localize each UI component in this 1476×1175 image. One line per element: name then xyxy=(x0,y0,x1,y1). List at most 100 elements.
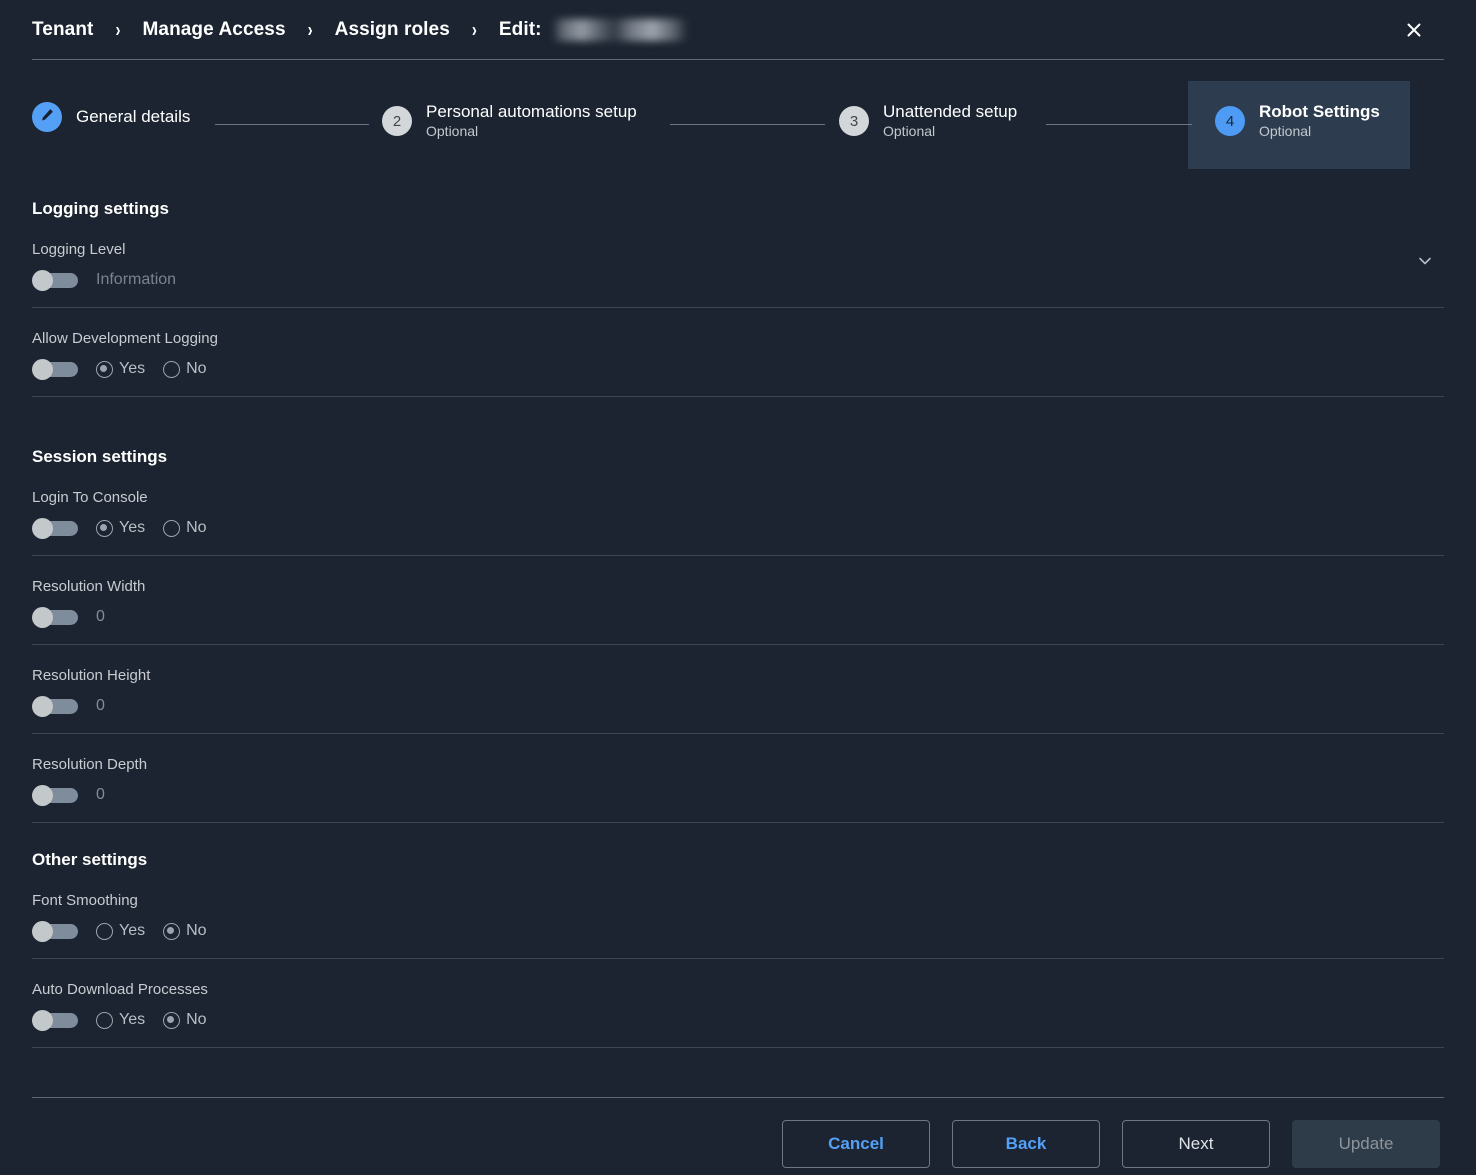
step-3-text: Unattended setup Optional xyxy=(883,102,1017,140)
robot-settings-wizard: Tenant › Manage Access › Assign roles › … xyxy=(0,0,1476,1175)
radio-font-smoothing-no[interactable]: No xyxy=(163,922,206,940)
breadcrumb-edit-label: Edit: xyxy=(499,19,542,41)
step-robot-settings[interactable]: 4 Robot Settings Optional xyxy=(1215,102,1380,140)
resolution-depth-toggle[interactable] xyxy=(32,785,78,805)
pencil-icon xyxy=(39,107,55,127)
radio-label: No xyxy=(186,360,206,378)
breadcrumb-separator: › xyxy=(308,20,313,40)
step-1-text: General details xyxy=(76,107,190,127)
next-button[interactable]: Next xyxy=(1122,1120,1270,1168)
field-login-to-console: Login To Console Yes No xyxy=(32,467,1444,556)
resolution-width-value[interactable]: 0 xyxy=(96,608,105,626)
resolution-height-label: Resolution Height xyxy=(32,645,1444,693)
auto-download-processes-row: Yes No xyxy=(32,1007,1444,1033)
step-4-title: Robot Settings xyxy=(1259,102,1380,122)
breadcrumb: Tenant › Manage Access › Assign roles › … xyxy=(32,14,688,46)
step-unattended-setup[interactable]: 3 Unattended setup Optional xyxy=(839,102,1017,140)
auto-download-processes-radio-group: Yes No xyxy=(96,1011,207,1029)
radio-label: Yes xyxy=(119,360,145,378)
footer-divider xyxy=(32,1097,1444,1098)
radio-mark xyxy=(96,923,113,940)
font-smoothing-radio-group: Yes No xyxy=(96,922,207,940)
field-logging-level: Logging Level Information xyxy=(32,219,1444,308)
font-smoothing-label: Font Smoothing xyxy=(32,870,1444,918)
breadcrumb-item-manage-access[interactable]: Manage Access xyxy=(142,19,285,41)
radio-allow-dev-logging-no[interactable]: No xyxy=(163,360,206,378)
radio-mark xyxy=(163,520,180,537)
step-4-indicator: 4 xyxy=(1215,106,1245,136)
login-to-console-label: Login To Console xyxy=(32,467,1444,515)
section-other-settings: Other settings Font Smoothing Yes xyxy=(0,850,1476,1048)
radio-mark xyxy=(96,520,113,537)
login-to-console-toggle[interactable] xyxy=(32,518,78,538)
radio-mark xyxy=(163,923,180,940)
login-to-console-row: Yes No xyxy=(32,515,1444,541)
font-smoothing-toggle[interactable] xyxy=(32,921,78,941)
toggle-knob xyxy=(32,518,53,539)
close-icon xyxy=(1404,20,1424,40)
radio-mark xyxy=(96,361,113,378)
font-smoothing-row: Yes No xyxy=(32,918,1444,944)
resolution-height-value[interactable]: 0 xyxy=(96,697,105,715)
radio-login-to-console-no[interactable]: No xyxy=(163,519,206,537)
breadcrumb-separator: › xyxy=(115,20,120,40)
breadcrumb-item-edit: Edit: xyxy=(499,19,688,41)
breadcrumb-item-assign-roles[interactable]: Assign roles xyxy=(335,19,450,41)
field-resolution-height: Resolution Height 0 xyxy=(32,645,1444,734)
chevron-down-icon xyxy=(1416,252,1434,275)
resolution-width-label: Resolution Width xyxy=(32,556,1444,604)
step-4-subtitle: Optional xyxy=(1259,123,1380,140)
login-to-console-radio-group: Yes No xyxy=(96,519,207,537)
radio-label: No xyxy=(186,922,206,940)
logging-level-dropdown-button[interactable] xyxy=(1416,252,1434,275)
auto-download-processes-label: Auto Download Processes xyxy=(32,959,1444,1007)
logging-level-label: Logging Level xyxy=(32,219,1444,267)
radio-auto-download-no[interactable]: No xyxy=(163,1011,206,1029)
toggle-knob xyxy=(32,270,53,291)
allow-development-logging-label: Allow Development Logging xyxy=(32,308,1444,356)
resolution-width-row: 0 xyxy=(32,604,1444,630)
resolution-height-toggle[interactable] xyxy=(32,696,78,716)
dialog-header: Tenant › Manage Access › Assign roles › … xyxy=(0,0,1476,59)
toggle-knob xyxy=(32,1010,53,1031)
allow-development-logging-toggle[interactable] xyxy=(32,359,78,379)
toggle-knob xyxy=(32,359,53,380)
redacted-tenant-name xyxy=(552,19,688,41)
toggle-knob xyxy=(32,607,53,628)
resolution-depth-value[interactable]: 0 xyxy=(96,786,105,804)
radio-mark xyxy=(163,361,180,378)
step-3-title: Unattended setup xyxy=(883,102,1017,122)
radio-label: Yes xyxy=(119,1011,145,1029)
step-1-title: General details xyxy=(76,107,190,127)
step-connector-2 xyxy=(670,124,825,125)
step-connector-1 xyxy=(215,124,369,125)
step-3-indicator: 3 xyxy=(839,106,869,136)
breadcrumb-separator: › xyxy=(472,20,477,40)
radio-login-to-console-yes[interactable]: Yes xyxy=(96,519,145,537)
back-button[interactable]: Back xyxy=(952,1120,1100,1168)
other-settings-title: Other settings xyxy=(32,850,1476,870)
logging-level-toggle[interactable] xyxy=(32,270,78,290)
resolution-depth-row: 0 xyxy=(32,782,1444,808)
resolution-height-row: 0 xyxy=(32,693,1444,719)
logging-settings-title: Logging settings xyxy=(32,199,1476,219)
close-button[interactable] xyxy=(1400,16,1428,44)
session-settings-title: Session settings xyxy=(32,447,1476,467)
step-personal-automations-setup[interactable]: 2 Personal automations setup Optional xyxy=(382,102,637,140)
step-2-indicator: 2 xyxy=(382,106,412,136)
step-connector-3 xyxy=(1046,124,1192,125)
auto-download-processes-toggle[interactable] xyxy=(32,1010,78,1030)
radio-auto-download-yes[interactable]: Yes xyxy=(96,1011,145,1029)
toggle-knob xyxy=(32,785,53,806)
cancel-button[interactable]: Cancel xyxy=(782,1120,930,1168)
radio-label: No xyxy=(186,519,206,537)
toggle-knob xyxy=(32,921,53,942)
allow-development-logging-row: Yes No xyxy=(32,356,1444,382)
radio-font-smoothing-yes[interactable]: Yes xyxy=(96,922,145,940)
resolution-depth-label: Resolution Depth xyxy=(32,734,1444,782)
radio-allow-dev-logging-yes[interactable]: Yes xyxy=(96,360,145,378)
resolution-width-toggle[interactable] xyxy=(32,607,78,627)
dialog-footer: Cancel Back Next Update xyxy=(0,1118,1476,1170)
breadcrumb-item-tenant[interactable]: Tenant xyxy=(32,19,93,41)
step-general-details[interactable]: General details xyxy=(32,102,190,132)
